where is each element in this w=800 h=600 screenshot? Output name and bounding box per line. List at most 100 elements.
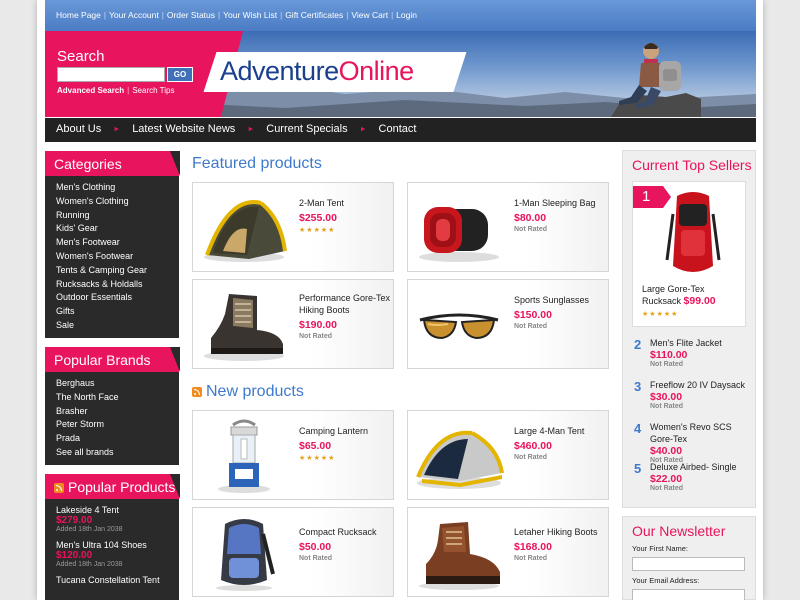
popular-product-name[interactable]: Tucana Constellation Tent	[56, 575, 179, 585]
email-field[interactable]	[632, 588, 745, 600]
nav-latest-news[interactable]: Latest Website News	[132, 123, 235, 135]
newsletter-title: Our Newsletter	[632, 523, 726, 539]
nav-arrow: ►	[101, 123, 132, 135]
star-icon: ★	[328, 227, 335, 234]
category-outdoor-essentials[interactable]: Outdoor Essentials	[56, 291, 179, 305]
brands-title: Popular Brands	[45, 347, 180, 372]
product-name[interactable]: Sports Sunglasses	[514, 294, 608, 306]
product-price: $50.00	[299, 541, 332, 553]
main-nav: About Us ► Latest Website News ► Current…	[45, 118, 756, 142]
tent-icon[interactable]	[199, 189, 289, 267]
brand-north-face[interactable]: The North Face	[56, 391, 179, 405]
product-card[interactable]: Performance Gore-Tex Hiking Boots $190.0…	[192, 279, 394, 369]
new-products-title: New products	[206, 383, 304, 400]
star-icon: ★	[649, 311, 656, 318]
category-mens-clothing[interactable]: Men's Clothing	[56, 181, 179, 195]
home-page-link[interactable]: Home Page	[56, 10, 101, 20]
product-price: $255.00	[299, 212, 337, 224]
top-seller-price: $99.00	[683, 295, 716, 307]
rss-icon[interactable]	[192, 387, 202, 397]
first-name-field[interactable]	[632, 556, 745, 571]
order-status-link[interactable]: Order Status	[167, 10, 215, 20]
rucksack-icon[interactable]	[199, 514, 289, 592]
product-card[interactable]: Compact Rucksack $50.00 Not Rated	[192, 507, 394, 597]
star-icon: ★	[328, 455, 335, 462]
brand-brasher[interactable]: Brasher	[56, 405, 179, 419]
product-card[interactable]: Camping Lantern $65.00 ★ ★ ★ ★ ★	[192, 410, 394, 500]
rucksack-icon[interactable]	[665, 190, 721, 278]
brand-prada[interactable]: Prada	[56, 432, 179, 446]
product-name[interactable]: Letaher Hiking Boots	[514, 526, 608, 538]
category-rucksacks[interactable]: Rucksacks & Holdalls	[56, 278, 179, 292]
sunglasses-icon[interactable]	[414, 286, 504, 364]
nav-contact[interactable]: Contact	[379, 123, 417, 135]
hiking-boot-icon[interactable]	[199, 286, 289, 364]
logo[interactable]: AdventureOnline	[220, 56, 414, 87]
product-card[interactable]: Letaher Hiking Boots $168.00 Not Rated	[407, 507, 609, 597]
popular-product-item[interactable]: Men's Ultra 104 Shoes $120.00 Added 18th…	[56, 540, 179, 568]
star-icon: ★	[299, 227, 306, 234]
go-button[interactable]: GO	[167, 67, 193, 82]
large-tent-icon[interactable]	[414, 417, 504, 495]
star-icon: ★	[320, 455, 328, 462]
product-name[interactable]: Large 4-Man Tent	[514, 425, 608, 437]
product-name[interactable]: 2-Man Tent	[299, 197, 393, 209]
email-label: Your Email Address:	[632, 576, 700, 585]
popular-product-name[interactable]: Men's Ultra 104 Shoes	[56, 540, 179, 550]
category-womens-clothing[interactable]: Women's Clothing	[56, 195, 179, 209]
product-name[interactable]: Camping Lantern	[299, 425, 393, 437]
gift-certificates-link[interactable]: Gift Certificates	[285, 10, 343, 20]
top-seller-name[interactable]: Men's Flite Jacket	[650, 337, 754, 349]
search-title: Search	[57, 48, 105, 65]
sleeping-bag-icon[interactable]	[414, 189, 504, 267]
top-seller-name[interactable]: Freeflow 20 IV Daysack	[650, 379, 754, 391]
rating-text: Not Rated	[514, 226, 548, 233]
separator: |	[218, 10, 221, 20]
logo-part-online: Online	[338, 56, 415, 86]
login-link[interactable]: Login	[396, 10, 417, 20]
product-name[interactable]: 1-Man Sleeping Bag	[514, 197, 608, 209]
popular-product-item[interactable]: Tucana Constellation Tent	[56, 575, 179, 585]
arrow-right-icon: ►	[359, 125, 367, 133]
leather-boot-icon[interactable]	[414, 514, 504, 592]
top-seller-name[interactable]: Women's Revo SCS Gore-Tex	[650, 421, 754, 445]
wish-list-link[interactable]: Your Wish List	[223, 10, 277, 20]
top-seller-name[interactable]: Deluxe Airbed- Single	[650, 461, 754, 473]
star-icon: ★	[299, 455, 306, 462]
lantern-icon[interactable]	[199, 417, 289, 495]
your-account-link[interactable]: Your Account	[109, 10, 159, 20]
top-seller-featured[interactable]: 1 Large Gore-Tex Rucksack $99.00 ★ ★ ★ ★ ★	[632, 181, 746, 327]
star-icon: ★	[656, 311, 663, 318]
category-sale[interactable]: Sale	[56, 319, 179, 333]
newsletter-box: Our Newsletter Your First Name: Your Ema…	[622, 516, 756, 600]
category-womens-footwear[interactable]: Women's Footwear	[56, 250, 179, 264]
advanced-search-link[interactable]: Advanced Search	[57, 86, 124, 95]
separator: |	[391, 10, 394, 20]
brand-berghaus[interactable]: Berghaus	[56, 377, 179, 391]
product-card[interactable]: Sports Sunglasses $150.00 Not Rated	[407, 279, 609, 369]
nav-about-us[interactable]: About Us	[56, 123, 101, 135]
category-running[interactable]: Running	[56, 209, 179, 223]
category-kids-gear[interactable]: Kids' Gear	[56, 222, 179, 236]
category-gifts[interactable]: Gifts	[56, 305, 179, 319]
search-input[interactable]	[57, 67, 165, 82]
product-name[interactable]: Performance Gore-Tex Hiking Boots	[299, 292, 393, 316]
search-tips-link[interactable]: Search Tips	[132, 86, 174, 95]
nav-arrow: ►	[235, 123, 266, 135]
popular-product-name[interactable]: Lakeside 4 Tent	[56, 505, 179, 515]
top-seller-price: $40.00	[650, 445, 683, 457]
product-card[interactable]: 1-Man Sleeping Bag $80.00 Not Rated	[407, 182, 609, 272]
separator: |	[280, 10, 283, 20]
brand-peter-storm[interactable]: Peter Storm	[56, 418, 179, 432]
category-tents-camping[interactable]: Tents & Camping Gear	[56, 264, 179, 278]
popular-product-item[interactable]: Lakeside 4 Tent $279.00 Added 18th Jan 2…	[56, 505, 179, 533]
product-card[interactable]: Large 4-Man Tent $460.00 Not Rated	[407, 410, 609, 500]
view-cart-link[interactable]: View Cart	[351, 10, 388, 20]
see-all-brands-link[interactable]: See all brands	[56, 446, 179, 460]
popular-products-header: Popular Products	[45, 474, 180, 499]
rss-icon[interactable]	[54, 483, 64, 493]
product-card[interactable]: 2-Man Tent $255.00 ★ ★ ★ ★ ★	[192, 182, 394, 272]
category-mens-footwear[interactable]: Men's Footwear	[56, 236, 179, 250]
nav-current-specials[interactable]: Current Specials	[266, 123, 347, 135]
product-name[interactable]: Compact Rucksack	[299, 526, 393, 538]
